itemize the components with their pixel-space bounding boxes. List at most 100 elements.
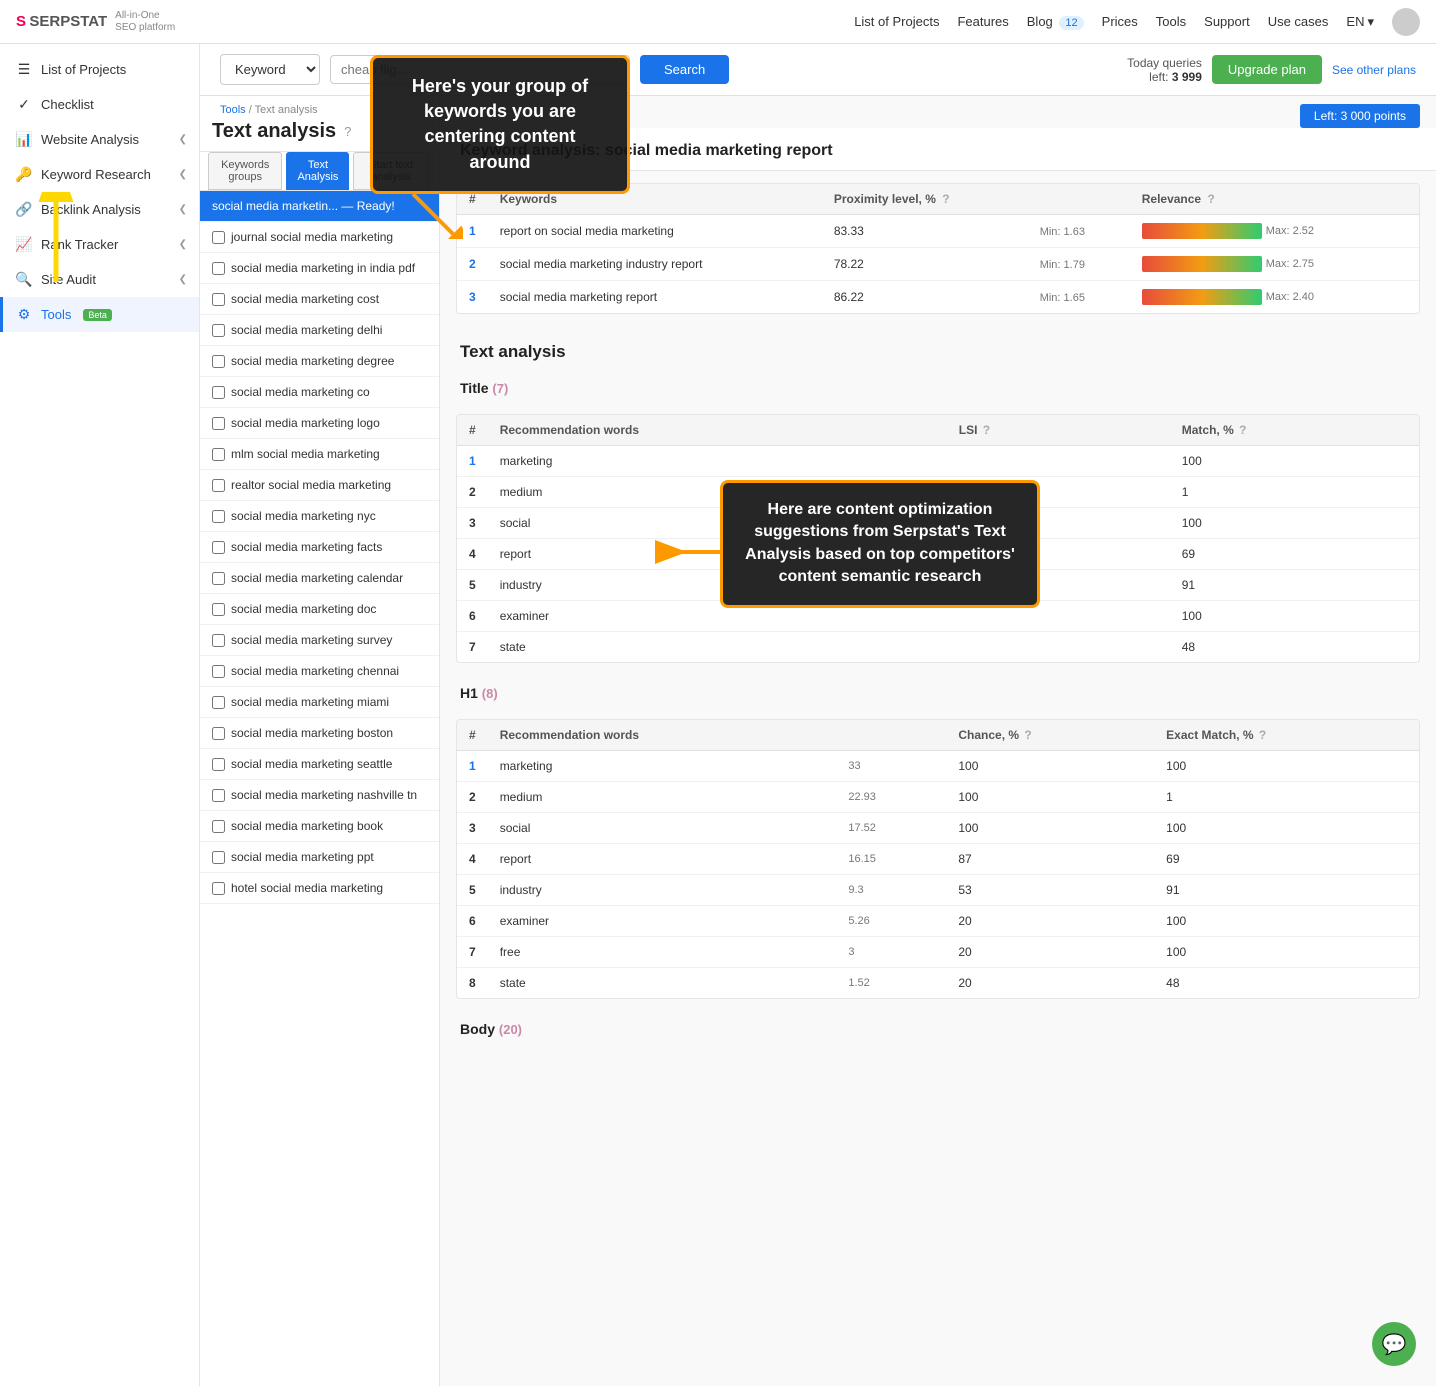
content-area: Tools / Text analysis Text analysis ? Ke… — [200, 96, 1436, 1386]
sidebar-item-tools[interactable]: ⚙ Tools Beta — [0, 297, 199, 332]
title-analysis-table-container: # Recommendation words LSI ? Match, % ? — [456, 414, 1420, 663]
title-analysis-table: # Recommendation words LSI ? Match, % ? — [457, 415, 1419, 662]
list-item[interactable]: social media marketing ppt — [200, 842, 439, 873]
table-row: 3 social media marketing report 86.22 Mi… — [457, 281, 1419, 314]
list-item-survey[interactable]: social media marketing survey — [200, 625, 439, 656]
list-item[interactable]: social media marketing book — [200, 811, 439, 842]
kw-checkbox[interactable] — [212, 386, 225, 399]
nav-use-cases[interactable]: Use cases — [1268, 14, 1329, 29]
see-other-plans-link[interactable]: See other plans — [1332, 63, 1416, 77]
table-row: 1 marketing 100 — [457, 446, 1419, 477]
table-row: 1 marketing 33 100 100 — [457, 751, 1419, 782]
kw-checkbox[interactable] — [212, 789, 225, 802]
kw-checkbox[interactable] — [212, 324, 225, 337]
kw-checkbox[interactable] — [212, 634, 225, 647]
list-item[interactable]: social media marketing doc — [200, 594, 439, 625]
kw-checkbox[interactable] — [212, 851, 225, 864]
list-item[interactable]: social media marketing in india pdf — [200, 253, 439, 284]
keyword-list-item-selected[interactable]: social media marketin... — Ready! — [200, 191, 439, 222]
breadcrumb: Tools / Text analysis — [200, 96, 439, 120]
kw-checkbox[interactable] — [212, 696, 225, 709]
kw-checkbox[interactable] — [212, 510, 225, 523]
kw-checkbox[interactable] — [212, 727, 225, 740]
tab-start-analysis[interactable]: Start text analysis — [353, 152, 429, 190]
breadcrumb-tools[interactable]: Tools — [220, 104, 246, 116]
kw-checkbox[interactable] — [212, 417, 225, 430]
chevron-icon: ❮ — [179, 134, 187, 145]
kw-checkbox[interactable] — [212, 882, 225, 895]
list-item[interactable]: social media marketing boston — [200, 718, 439, 749]
list-item[interactable]: social media marketing cost — [200, 284, 439, 315]
kw-checkbox[interactable] — [212, 448, 225, 461]
relevance-bar — [1142, 256, 1262, 272]
kw-checkbox[interactable] — [212, 572, 225, 585]
list-item[interactable]: social media marketing co — [200, 377, 439, 408]
app-layout: ☰ List of Projects ✓ Checklist 📊 Website… — [0, 44, 1436, 1386]
table-row: 5 industry 9.3 53 91 — [457, 875, 1419, 906]
list-item[interactable]: mlm social media marketing — [200, 439, 439, 470]
chat-button[interactable]: 💬 — [1372, 1322, 1416, 1366]
search-type-select[interactable]: Keyword — [220, 54, 320, 85]
search-button[interactable]: Search — [640, 55, 729, 84]
nav-features[interactable]: Features — [957, 14, 1008, 29]
sidebar-item-keyword-research[interactable]: 🔑 Keyword Research ❮ — [0, 157, 199, 192]
table-row: 5 industry 91 — [457, 570, 1419, 601]
search-input[interactable] — [330, 55, 630, 84]
list-item[interactable]: social media marketing degree — [200, 346, 439, 377]
page-title: Text analysis — [212, 120, 336, 143]
breadcrumb-current: Text analysis — [255, 104, 318, 116]
table-row: 2 medium 1 — [457, 477, 1419, 508]
kw-checkbox[interactable] — [212, 541, 225, 554]
list-item[interactable]: hotel social media marketing — [200, 873, 439, 904]
logo: S SERPSTAT — [16, 13, 107, 30]
list-item[interactable]: social media marketing nashville tn — [200, 780, 439, 811]
logo-tagline: All-in-OneSEO platform — [115, 10, 175, 34]
sidebar-item-website-analysis[interactable]: 📊 Website Analysis ❮ — [0, 122, 199, 157]
table-row: 2 medium 22.93 100 1 — [457, 782, 1419, 813]
list-item[interactable]: social media marketing miami — [200, 687, 439, 718]
list-item[interactable]: journal social media marketing — [200, 222, 439, 253]
language-selector[interactable]: EN ▾ — [1346, 14, 1374, 30]
relevance-bar — [1142, 289, 1262, 305]
search-bar: Keyword Search Today queriesleft: 3 999 … — [200, 44, 1436, 96]
user-avatar[interactable] — [1392, 8, 1420, 36]
table-row: 7 state 48 — [457, 632, 1419, 663]
list-item-realtor[interactable]: realtor social media marketing — [200, 470, 439, 501]
table-row: 1 report on social media marketing 83.33… — [457, 215, 1419, 248]
table-row: 6 examiner 5.26 20 100 — [457, 906, 1419, 937]
kw-checkbox[interactable] — [212, 479, 225, 492]
table-row: 6 examiner 100 — [457, 601, 1419, 632]
sidebar-item-list-of-projects[interactable]: ☰ List of Projects — [0, 52, 199, 87]
list-item[interactable]: social media marketing seattle — [200, 749, 439, 780]
kw-checkbox[interactable] — [212, 758, 225, 771]
nav-prices[interactable]: Prices — [1102, 14, 1138, 29]
kw-checkbox[interactable] — [212, 262, 225, 275]
tab-keywords-groups[interactable]: Keywords groups — [208, 152, 282, 190]
kw-checkbox[interactable] — [212, 355, 225, 368]
sidebar-item-checklist[interactable]: ✓ Checklist — [0, 87, 199, 122]
kw-checkbox[interactable] — [212, 820, 225, 833]
list-item[interactable]: social media marketing logo — [200, 408, 439, 439]
top-nav: S SERPSTAT All-in-OneSEO platform List o… — [0, 0, 1436, 44]
nav-list-of-projects[interactable]: List of Projects — [854, 14, 939, 29]
nav-support[interactable]: Support — [1204, 14, 1250, 29]
nav-blog[interactable]: Blog 12 — [1027, 14, 1084, 29]
queries-info: Today queriesleft: 3 999 — [1127, 56, 1202, 84]
table-row: 2 social media marketing industry report… — [457, 248, 1419, 281]
tab-text-analysis[interactable]: Text Analysis — [286, 152, 349, 190]
list-item[interactable]: social media marketing facts — [200, 532, 439, 563]
chevron-icon-4: ❮ — [179, 239, 187, 250]
nav-tools[interactable]: Tools — [1156, 14, 1186, 29]
chart-icon: 📊 — [15, 131, 33, 148]
kw-checkbox[interactable] — [212, 293, 225, 306]
list-item[interactable]: social media marketing chennai — [200, 656, 439, 687]
list-item[interactable]: social media marketing nyc — [200, 501, 439, 532]
kw-checkbox[interactable] — [212, 665, 225, 678]
kw-checkbox[interactable] — [212, 231, 225, 244]
logo-area: S SERPSTAT All-in-OneSEO platform — [16, 10, 175, 34]
upgrade-plan-button[interactable]: Upgrade plan — [1212, 55, 1322, 84]
tools-icon: ⚙ — [15, 306, 33, 323]
kw-checkbox[interactable] — [212, 603, 225, 616]
list-item[interactable]: social media marketing calendar — [200, 563, 439, 594]
list-item[interactable]: social media marketing delhi — [200, 315, 439, 346]
